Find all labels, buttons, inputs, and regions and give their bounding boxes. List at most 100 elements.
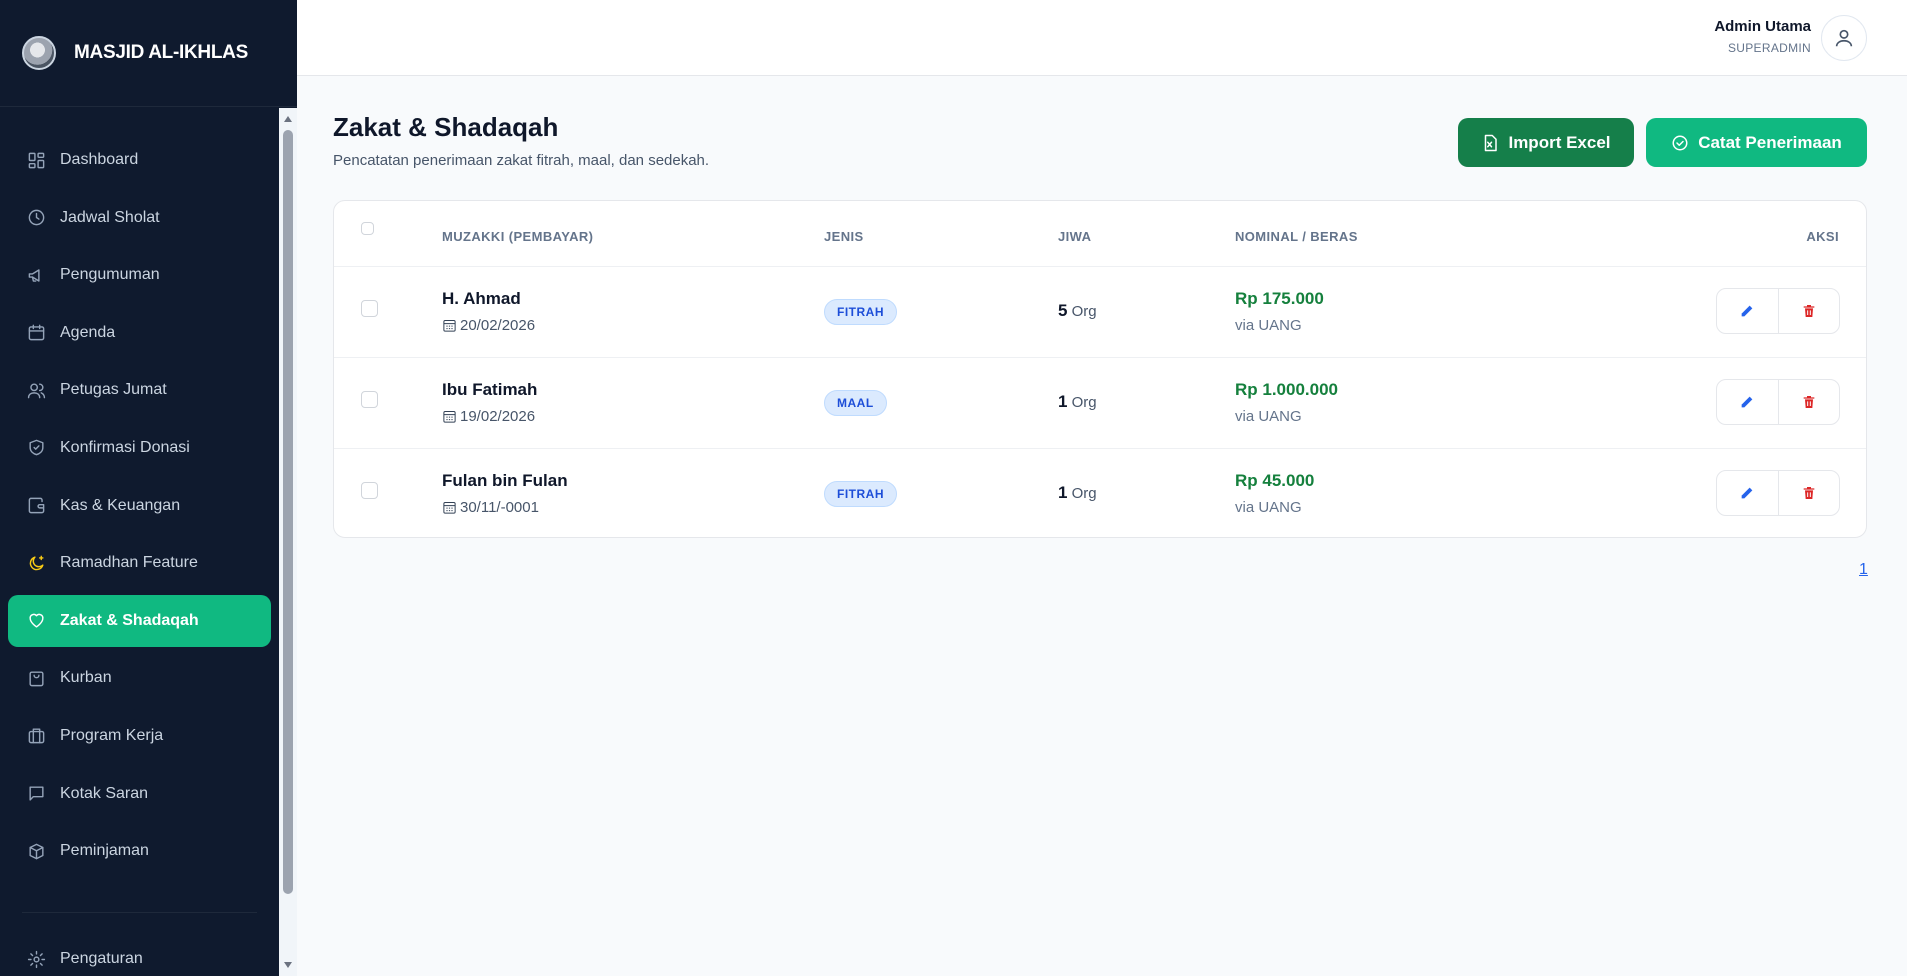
row-checkbox[interactable] [361, 300, 378, 317]
sidebar-item-label: Peminjaman [60, 842, 149, 860]
type-badge: FITRAH [824, 299, 897, 325]
scroll-up-arrow-icon[interactable] [284, 116, 292, 122]
brand-title: MASJID AL-IKHLAS [74, 42, 248, 63]
sidebar-item-label: Konfirmasi Donasi [60, 438, 190, 456]
bag-icon [26, 668, 46, 688]
import-excel-label: Import Excel [1508, 132, 1611, 152]
avatar[interactable] [1821, 15, 1867, 61]
page-title: Zakat & Shadaqah [333, 112, 559, 142]
select-all-checkbox[interactable] [361, 222, 374, 235]
row-actions [1716, 288, 1840, 334]
pencil-icon [1742, 396, 1753, 408]
scroll-down-arrow-icon[interactable] [284, 962, 292, 968]
sidebar-item-pengaturan[interactable]: Pengaturan [8, 933, 271, 976]
sidebar-item-zakat-shadaqah[interactable]: Zakat & Shadaqah [8, 594, 271, 647]
user-info[interactable]: Admin Utama SUPERADMIN [1714, 18, 1811, 55]
souls-number: 1 [1058, 483, 1068, 502]
grid-icon [26, 150, 46, 170]
souls-number: 5 [1058, 301, 1068, 320]
trash-icon [1803, 487, 1815, 499]
sidebar-item-label: Pengaturan [60, 950, 143, 968]
amount: Rp 175.000 [1235, 289, 1324, 308]
sidebar-nav: Dashboard Jadwal Sholat Pengumuman Agend… [0, 108, 279, 976]
wallet-icon [26, 496, 46, 516]
clock-icon [26, 208, 46, 228]
calendar-icon [443, 320, 456, 332]
sidebar-item-konfirmasi-donasi[interactable]: Konfirmasi Donasi [8, 422, 271, 474]
table-row: Fulan bin Fulan 30/11/-0001 FITRAH 1 Org… [334, 449, 1866, 537]
sidebar-item-petugas-jumat[interactable]: Petugas Jumat [8, 364, 271, 416]
muzakki-date: 19/02/2026 [442, 408, 535, 425]
sidebar-item-dashboard[interactable]: Dashboard [8, 134, 271, 186]
header-nominal: NOMINAL / BERAS [1235, 229, 1358, 244]
moon-icon [26, 553, 46, 573]
gear-icon [26, 949, 46, 969]
muzakki-date: 20/02/2026 [442, 317, 535, 334]
sidebar-item-kotak-saran[interactable]: Kotak Saran [8, 768, 271, 820]
delete-button[interactable] [1777, 471, 1839, 515]
edit-button[interactable] [1717, 289, 1778, 333]
sidebar-item-label: Program Kerja [60, 726, 164, 744]
brand[interactable]: MASJID AL-IKHLAS [0, 0, 297, 107]
edit-button[interactable] [1717, 380, 1778, 424]
row-actions [1716, 470, 1840, 516]
sidebar-item-ramadhan-feature[interactable]: Ramadhan Feature [8, 537, 271, 589]
souls-count: 5 Org [1058, 301, 1097, 321]
sidebar-item-label: Ramadhan Feature [60, 554, 198, 572]
zakat-table: MUZAKKI (PEMBAYAR) JENIS JIWA NOMINAL / … [333, 200, 1867, 538]
import-excel-button[interactable]: Import Excel [1458, 118, 1634, 167]
sidebar-item-peminjaman[interactable]: Peminjaman [8, 825, 271, 877]
trash-icon [1803, 396, 1815, 408]
payment-method: via UANG [1235, 408, 1302, 425]
sidebar-scrollbar[interactable] [279, 108, 297, 976]
muzakki-name: Ibu Fatimah [442, 380, 538, 399]
pencil-icon [1742, 487, 1753, 499]
sidebar-item-kas-keuangan[interactable]: Kas & Keuangan [8, 480, 271, 532]
sidebar-item-agenda[interactable]: Agenda [8, 307, 271, 359]
payment-method: via UANG [1235, 317, 1302, 334]
sidebar-item-label: Zakat & Shadaqah [60, 611, 199, 629]
sidebar-divider [22, 912, 257, 914]
muzakki-date: 30/11/-0001 [442, 499, 539, 516]
calendar-icon [443, 411, 456, 423]
catat-penerimaan-button[interactable]: Catat Penerimaan [1646, 118, 1867, 167]
delete-button[interactable] [1777, 289, 1839, 333]
edit-button[interactable] [1717, 471, 1778, 515]
header-jiwa: JIWA [1058, 229, 1092, 244]
header-jenis: JENIS [824, 229, 864, 244]
sidebar-item-kurban[interactable]: Kurban [8, 652, 271, 704]
trash-icon [1803, 305, 1815, 317]
page-subtitle: Pencatatan penerimaan zakat fitrah, maal… [333, 152, 710, 169]
muzakki-name: Fulan bin Fulan [442, 471, 568, 490]
row-checkbox[interactable] [361, 482, 378, 499]
table-header: MUZAKKI (PEMBAYAR) JENIS JIWA NOMINAL / … [334, 201, 1866, 267]
scrollbar-thumb[interactable] [283, 130, 293, 894]
sidebar-item-jadwal-sholat[interactable]: Jadwal Sholat [8, 192, 271, 244]
megaphone-icon [26, 265, 46, 285]
souls-number: 1 [1058, 392, 1068, 411]
catat-penerimaan-label: Catat Penerimaan [1698, 132, 1842, 152]
delete-button[interactable] [1777, 380, 1839, 424]
sidebar-item-label: Kurban [60, 669, 112, 687]
users-icon [26, 380, 46, 400]
pagination-page-link[interactable]: 1 [1859, 561, 1868, 579]
sidebar-item-label: Petugas Jumat [60, 381, 167, 399]
user-role: SUPERADMIN [1727, 41, 1811, 55]
excel-file-icon [1485, 134, 1498, 151]
row-checkbox[interactable] [361, 391, 378, 408]
date-text: 19/02/2026 [460, 408, 536, 425]
sidebar: MASJID AL-IKHLAS Dashboard Jadwal Sholat… [0, 0, 297, 976]
souls-unit: Org [1071, 485, 1097, 502]
user-icon [1835, 29, 1853, 47]
header-muzakki: MUZAKKI (PEMBAYAR) [442, 229, 594, 244]
heart-icon [26, 611, 46, 631]
shield-check-icon [26, 438, 46, 458]
box-icon [26, 841, 46, 861]
sidebar-item-label: Kas & Keuangan [60, 496, 181, 514]
sidebar-item-label: Pengumuman [60, 266, 160, 284]
sidebar-item-pengumuman[interactable]: Pengumuman [8, 249, 271, 301]
amount: Rp 45.000 [1235, 471, 1315, 490]
sidebar-item-program-kerja[interactable]: Program Kerja [8, 710, 271, 762]
calendar-icon [26, 323, 46, 343]
muzakki-name: H. Ahmad [442, 289, 521, 308]
